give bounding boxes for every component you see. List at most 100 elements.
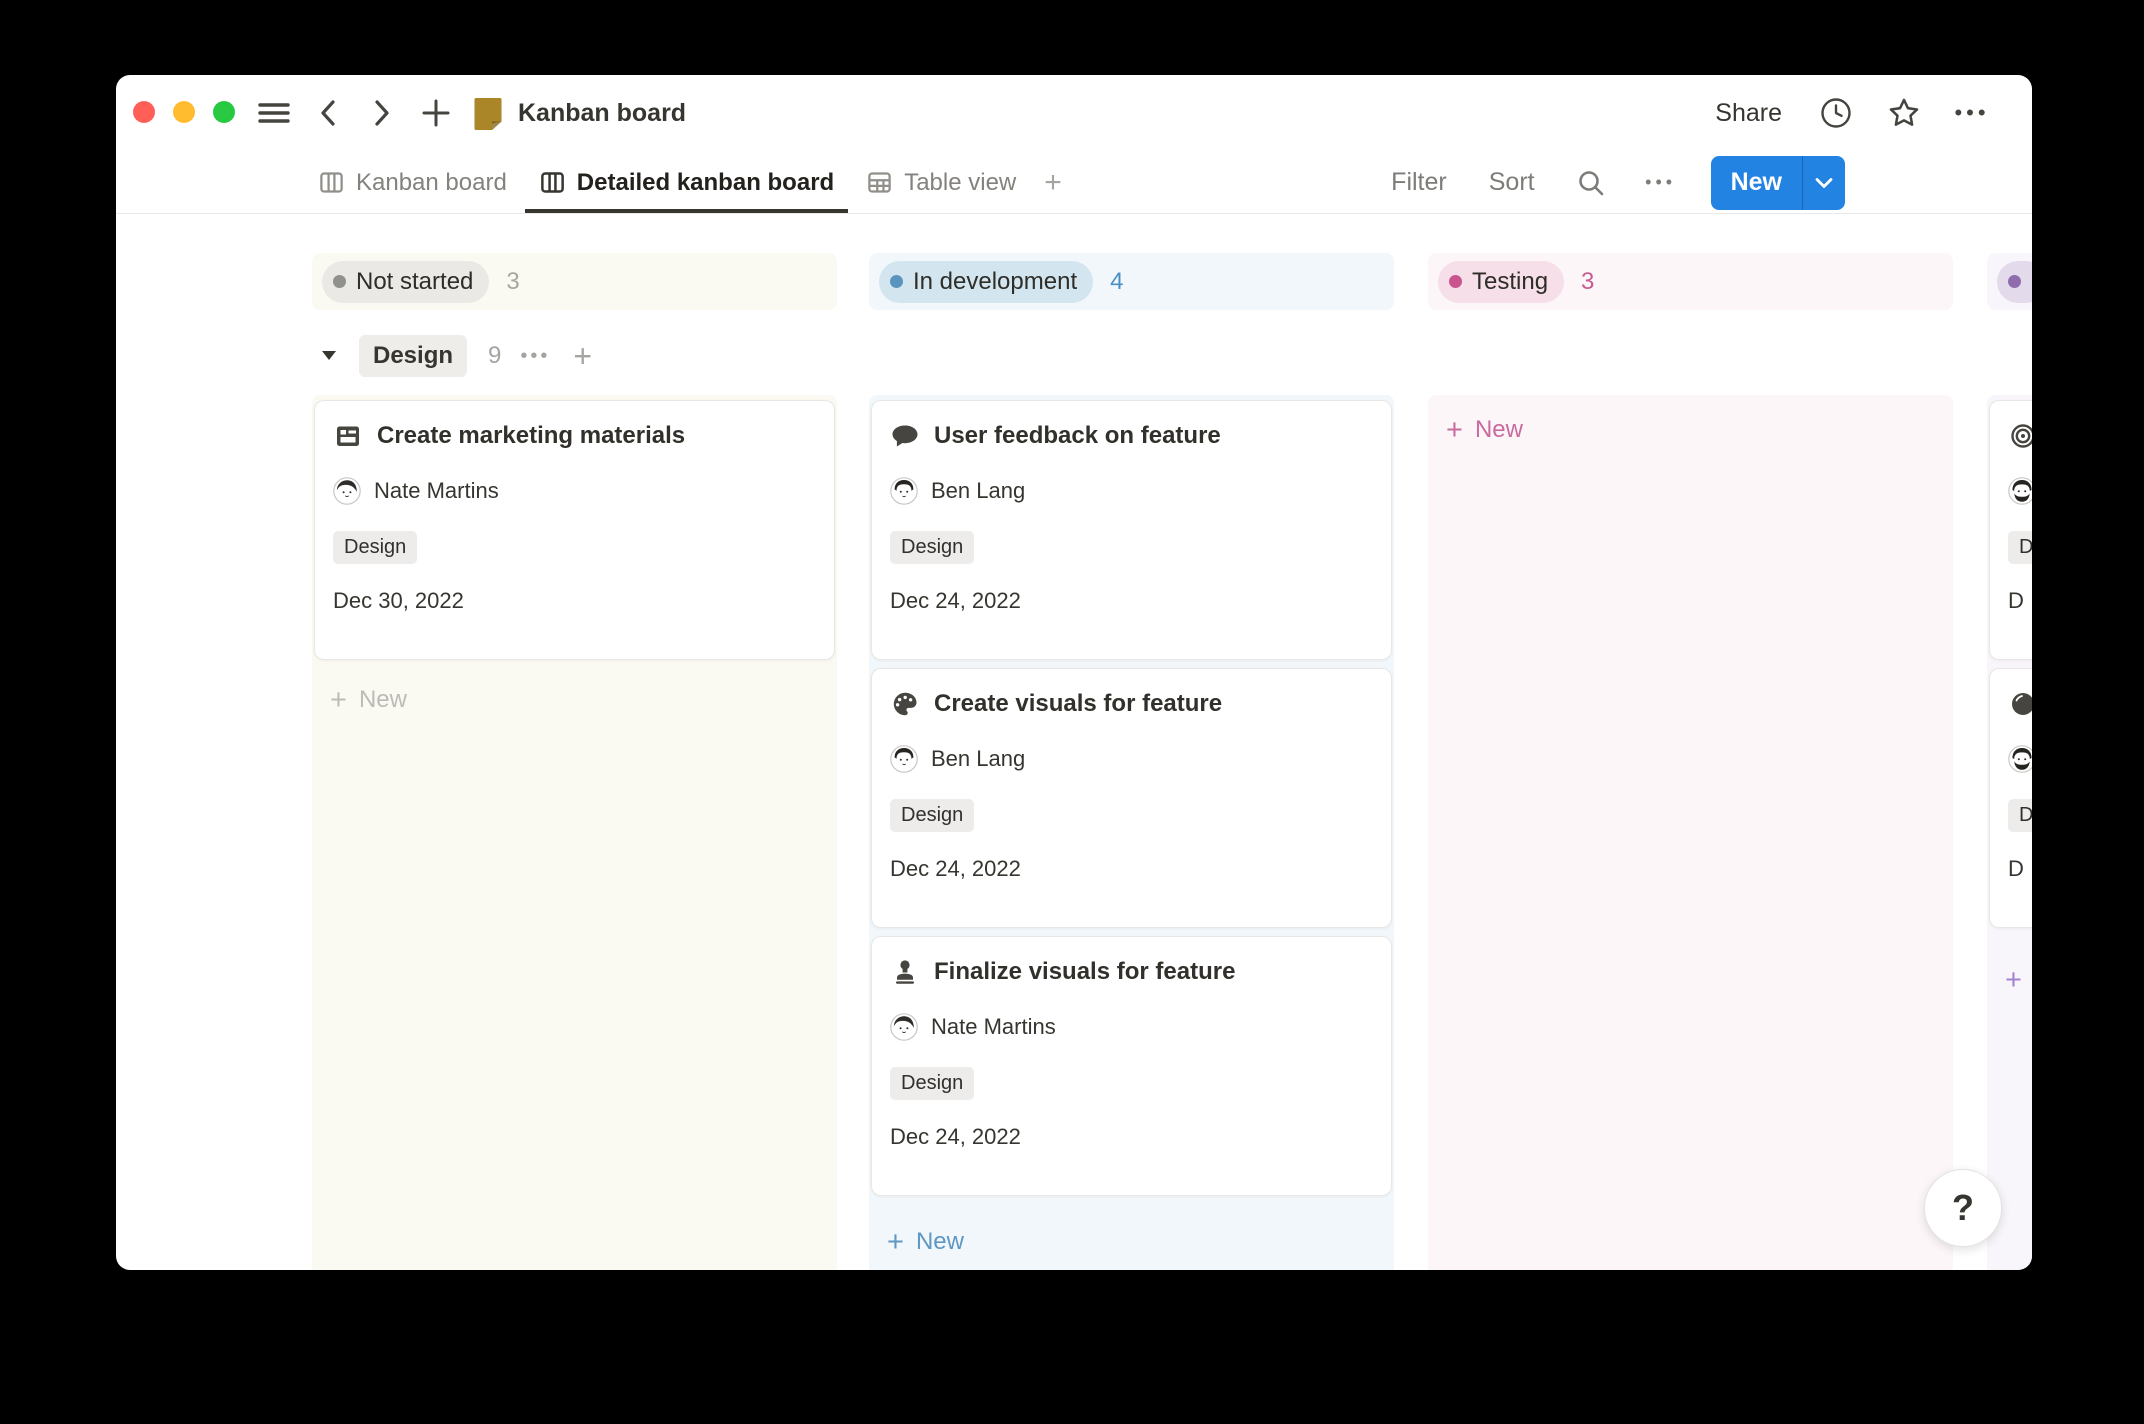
avatar-nate-martins <box>333 477 361 505</box>
avatar-ben-lang <box>890 745 918 773</box>
column-body: User feedback on feature Ben Lang Design… <box>869 395 1394 1270</box>
tab-detailed-kanban-board[interactable]: Detailed kanban board <box>525 152 848 213</box>
avatar-ben-lang <box>890 477 918 505</box>
tab-kanban-board[interactable]: Kanban board <box>304 152 521 213</box>
due-date: D <box>2008 588 2032 614</box>
add-card-button[interactable]: + New <box>1989 956 2032 1004</box>
sidebar-menu-button[interactable] <box>254 93 294 133</box>
column-header: In development 4 <box>869 253 1394 310</box>
add-card-label: New <box>1475 416 1523 444</box>
chevron-left-icon <box>315 98 341 128</box>
layout-icon <box>333 421 363 451</box>
forward-button[interactable] <box>362 93 402 133</box>
add-card-label: New <box>916 1228 964 1256</box>
status-label: Testing <box>1472 268 1548 296</box>
sort-button[interactable]: Sort <box>1483 167 1541 198</box>
tab-label: Detailed kanban board <box>577 169 834 197</box>
more-options-button[interactable]: ••• <box>1952 93 1992 133</box>
back-button[interactable] <box>308 93 348 133</box>
new-page-button[interactable] <box>416 93 456 133</box>
status-label: In development <box>913 268 1077 296</box>
due-date: Dec 24, 2022 <box>890 1124 1373 1150</box>
card-title: Finalize visuals for feature <box>934 958 1235 986</box>
status-dot-icon <box>1449 275 1462 288</box>
add-card-button[interactable]: + New <box>314 676 835 724</box>
column-count: 3 <box>506 268 519 296</box>
column-header <box>1987 253 2032 310</box>
column-body: D D D D + New <box>1987 395 2032 1270</box>
status-label: Not started <box>356 268 473 296</box>
new-entry-dropdown-button[interactable] <box>1802 156 1845 210</box>
card-finalize-visuals-for-feature[interactable]: Finalize visuals for feature Nate Martin… <box>871 936 1392 1196</box>
filter-button[interactable]: Filter <box>1385 167 1453 198</box>
chevron-right-icon <box>369 98 395 128</box>
minimize-window-button[interactable] <box>173 101 195 123</box>
column-header: Testing 3 <box>1428 253 1953 310</box>
status-pill-in-development[interactable]: In development <box>879 261 1093 303</box>
plus-icon: + <box>887 1228 904 1257</box>
share-button[interactable]: Share <box>1709 98 1788 129</box>
help-button[interactable]: ? <box>1924 1169 2002 1247</box>
tab-label: Table view <box>904 169 1016 197</box>
status-pill-testing[interactable]: Testing <box>1438 261 1564 303</box>
avatar-nate-martins <box>890 1013 918 1041</box>
add-view-button[interactable]: + <box>1034 152 1072 213</box>
assignee-name: Nate Martins <box>931 1014 1056 1040</box>
tag: D <box>2008 531 2032 564</box>
search-button[interactable] <box>1571 163 1611 203</box>
favorite-button[interactable] <box>1884 93 1924 133</box>
tag-design: Design <box>890 1067 974 1100</box>
page-title: Kanban board <box>518 99 686 128</box>
table-view-icon <box>866 169 893 196</box>
add-card-button[interactable]: + New <box>1430 406 1951 454</box>
view-settings-button[interactable]: ••• <box>1641 163 1681 203</box>
ellipsis-icon: ••• <box>1645 172 1676 193</box>
ellipsis-icon: ••• <box>1954 100 1989 126</box>
page-icon <box>472 95 504 131</box>
tab-table-view[interactable]: Table view <box>852 152 1030 213</box>
column-not-started: Not started 3 Create marketing materials… <box>312 253 837 1270</box>
card-title: User feedback on feature <box>934 422 1221 450</box>
column-header: Not started 3 <box>312 253 837 310</box>
board-view-icon <box>318 169 345 196</box>
avatar <box>2008 745 2032 773</box>
chevron-down-icon <box>1815 177 1833 189</box>
due-date: D <box>2008 856 2032 882</box>
updates-button[interactable] <box>1816 93 1856 133</box>
add-card-button[interactable]: + New <box>871 1218 1392 1266</box>
card-title: Create visuals for feature <box>934 690 1222 718</box>
add-card-label: New <box>359 686 407 714</box>
zoom-window-button[interactable] <box>213 101 235 123</box>
assignee-name: Nate Martins <box>374 478 499 504</box>
column-body: + New <box>1428 395 1953 1270</box>
star-icon <box>1887 96 1921 130</box>
column-body: Create marketing materials Nate Martins … <box>312 395 837 1270</box>
close-window-button[interactable] <box>133 101 155 123</box>
column-clipped: D D D D + New <box>1987 253 2032 1270</box>
status-pill-not-started[interactable]: Not started <box>322 261 489 303</box>
card-create-visuals-for-feature[interactable]: Create visuals for feature Ben Lang Desi… <box>871 668 1392 928</box>
tag-design: Design <box>890 799 974 832</box>
status-dot-icon <box>333 275 346 288</box>
new-entry-button[interactable]: New <box>1711 156 1802 210</box>
palette-icon <box>890 689 920 719</box>
tag-design: Design <box>333 531 417 564</box>
breadcrumb[interactable]: Kanban board <box>472 89 686 137</box>
column-testing: Testing 3 + New <box>1428 253 1953 1270</box>
board-view-icon <box>539 169 566 196</box>
status-pill-clipped[interactable] <box>1997 261 2032 303</box>
assignee-name: Ben Lang <box>931 746 1025 772</box>
card-title: Create marketing materials <box>377 422 685 450</box>
card-clipped-2[interactable]: D D <box>1989 668 2032 928</box>
plus-icon: + <box>1446 416 1463 445</box>
card-clipped-1[interactable]: D D <box>1989 400 2032 660</box>
view-tabs: Kanban board Detailed kanban board Table… <box>304 152 1072 213</box>
view-toolbar: Kanban board Detailed kanban board Table… <box>116 152 2032 214</box>
column-count: 3 <box>1581 268 1594 296</box>
clock-icon <box>1819 96 1853 130</box>
new-entry-button-group: New <box>1711 156 1845 210</box>
tag: D <box>2008 799 2032 832</box>
card-create-marketing-materials[interactable]: Create marketing materials Nate Martins … <box>314 400 835 660</box>
assignee-name: Ben Lang <box>931 478 1025 504</box>
card-user-feedback-on-feature[interactable]: User feedback on feature Ben Lang Design… <box>871 400 1392 660</box>
